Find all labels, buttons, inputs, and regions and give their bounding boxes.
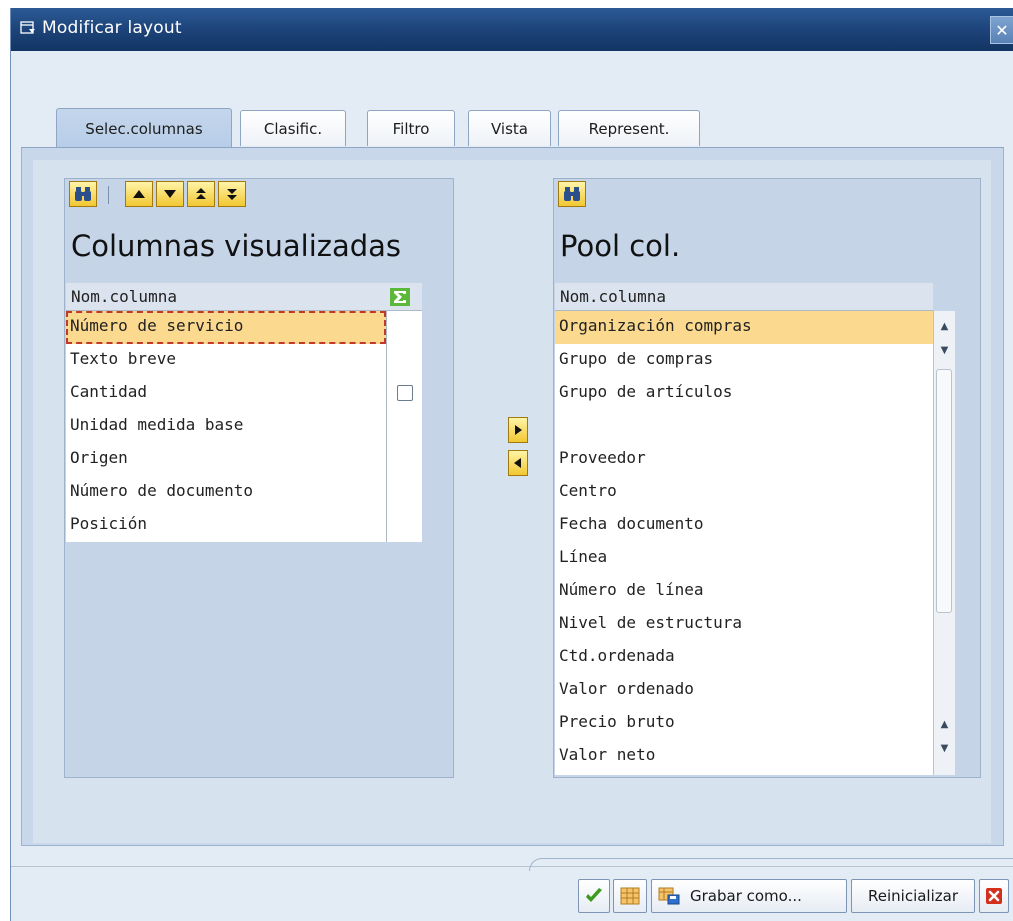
list-item[interactable]: Posición	[66, 509, 386, 542]
arrow-right-icon	[515, 425, 522, 435]
save-as-button[interactable]: Grabar como...	[651, 879, 847, 913]
sum-column-header[interactable]	[386, 283, 422, 311]
move-top-icon	[196, 188, 206, 199]
sum-column	[386, 311, 422, 542]
tab-selec-columnas[interactable]: Selec.columnas	[56, 108, 232, 148]
scroll-up-icon[interactable]: ▲	[935, 315, 954, 337]
scroll-down-icon[interactable]: ▼	[935, 737, 954, 759]
list-item[interactable]	[555, 410, 933, 443]
list-item[interactable]: Valor neto	[555, 740, 933, 773]
tab-vista[interactable]: Vista	[468, 110, 551, 146]
list-item[interactable]: Grupo de artículos	[555, 377, 933, 410]
cancel-icon	[986, 888, 1002, 904]
list-item[interactable]: Origen	[66, 443, 386, 476]
list-item[interactable]: Texto breve	[66, 344, 386, 377]
binoculars-icon	[75, 187, 91, 201]
displayed-columns-pane: Columnas visualizadas Nom.columna Número…	[64, 178, 454, 778]
list-item[interactable]: Línea	[555, 542, 933, 575]
add-column-button[interactable]	[508, 417, 528, 443]
move-bottom-icon	[227, 189, 237, 200]
sum-checkbox[interactable]	[397, 385, 413, 401]
list-item[interactable]: Valor ordenado	[555, 674, 933, 707]
displayed-columns-list: Número de servicio Texto breve Cantidad …	[66, 311, 386, 542]
reset-button[interactable]: Reinicializar	[851, 879, 975, 913]
window-title: Modificar layout	[42, 18, 182, 38]
list-item[interactable]: Ctd.ordenada	[555, 641, 933, 674]
move-up-icon	[133, 190, 145, 198]
tab-clasific[interactable]: Clasific.	[240, 110, 346, 146]
toolbar-separator	[108, 186, 109, 204]
dialog-window: Modificar layout ✕ Selec.columnas Clasif…	[10, 8, 1013, 921]
move-up-button[interactable]	[125, 181, 153, 207]
list-item[interactable]: Organización compras	[555, 311, 933, 344]
panel-body: Columnas visualizadas Nom.columna Número…	[33, 160, 991, 843]
tab-panel: Columnas visualizadas Nom.columna Número…	[21, 148, 1004, 846]
list-item[interactable]: Centro	[555, 476, 933, 509]
move-top-button[interactable]	[187, 181, 215, 207]
sigma-icon	[390, 288, 410, 306]
layout-icon	[20, 21, 35, 34]
tab-represent[interactable]: Represent.	[558, 110, 700, 146]
column-pool-pane: Pool col. Nom.columna Organización compr…	[553, 178, 981, 778]
transfer-layout-button[interactable]	[613, 879, 647, 913]
remove-column-button[interactable]	[508, 450, 528, 476]
find-button[interactable]	[558, 181, 586, 207]
close-button[interactable]: ✕	[990, 16, 1013, 44]
list-item[interactable]: Unidad medida base	[66, 410, 386, 443]
checkmark-icon	[586, 888, 602, 902]
tab-filtro[interactable]: Filtro	[367, 110, 455, 146]
accept-button[interactable]	[578, 879, 610, 913]
title-bar[interactable]: Modificar layout ✕	[11, 8, 1013, 51]
layout-grid-icon	[620, 887, 640, 905]
move-down-button[interactable]	[156, 181, 184, 207]
list-item[interactable]: Cantidad	[66, 377, 386, 410]
list-item[interactable]: Número de línea	[555, 575, 933, 608]
vertical-scrollbar[interactable]: ▲ ▼ ▲ ▼	[933, 311, 955, 775]
find-button[interactable]	[69, 181, 97, 207]
save-as-label: Grabar como...	[690, 887, 802, 905]
binoculars-icon	[564, 187, 580, 201]
footer-curve	[529, 858, 1013, 871]
list-item[interactable]: Nivel de estructura	[555, 608, 933, 641]
column-pool-list: Organización compras Grupo de compras Gr…	[555, 311, 933, 775]
list-item[interactable]: Precio bruto	[555, 707, 933, 740]
list-item[interactable]: Número de documento	[66, 476, 386, 509]
list-item[interactable]: Fecha documento	[555, 509, 933, 542]
right-column-header[interactable]: Nom.columna	[555, 283, 933, 311]
scroll-down-icon[interactable]: ▼	[935, 339, 954, 361]
move-bottom-button[interactable]	[218, 181, 246, 207]
arrow-left-icon	[514, 458, 521, 468]
list-item[interactable]: Grupo de compras	[555, 344, 933, 377]
scroll-up-icon[interactable]: ▲	[935, 713, 954, 735]
save-layout-icon	[658, 887, 680, 905]
displayed-columns-title: Columnas visualizadas	[71, 229, 402, 263]
cancel-button[interactable]	[979, 879, 1009, 913]
column-pool-title: Pool col.	[560, 229, 681, 263]
list-item[interactable]: Proveedor	[555, 443, 933, 476]
scroll-thumb[interactable]	[936, 369, 952, 613]
left-column-header[interactable]: Nom.columna	[66, 283, 386, 311]
move-down-icon	[164, 190, 176, 198]
list-item[interactable]: Número de servicio	[66, 311, 386, 344]
